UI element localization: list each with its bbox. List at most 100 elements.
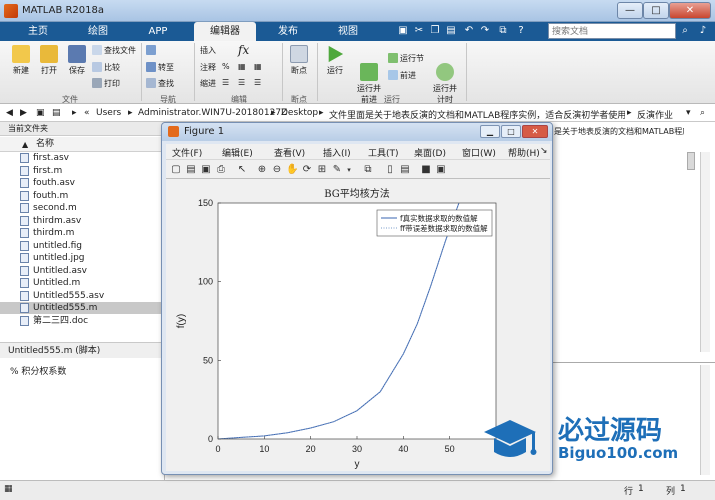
search-documentation-input[interactable] [548, 23, 676, 39]
file-row[interactable]: first.m [0, 165, 164, 177]
file-row[interactable]: fouth.m [0, 190, 164, 202]
close-button[interactable]: ✕ [669, 2, 711, 19]
figure-maximize-button[interactable]: □ [501, 125, 521, 138]
path-dropdown-icon[interactable]: ▾ [686, 108, 691, 118]
brush-icon[interactable]: ✎ [331, 164, 343, 176]
file-row[interactable]: untitled.fig [0, 240, 164, 252]
save-quick-icon[interactable]: ▣ [396, 24, 410, 38]
fx-button[interactable]: fx [238, 43, 249, 57]
print-figure-icon[interactable]: ⎙ [215, 164, 227, 176]
paste-icon[interactable]: ▤ [444, 24, 458, 38]
save-figure-icon[interactable]: ▣ [200, 164, 212, 176]
pan-hand-icon[interactable]: ✋ [286, 164, 298, 176]
nav-back-icon[interactable]: ◀ [6, 108, 13, 118]
file-row[interactable]: Untitled555.asv [0, 290, 164, 302]
figure-minimize-button[interactable]: ▁ [480, 125, 500, 138]
comment-percent-icon[interactable]: % [222, 62, 230, 71]
figure-menu-tools[interactable]: 工具(T) [368, 146, 399, 159]
path-desktop[interactable]: Desktop [281, 108, 318, 118]
figure-menu-edit[interactable]: 编辑(E) [222, 146, 253, 159]
run-section-button[interactable]: 运行节 [388, 53, 424, 64]
insert-button[interactable]: 插入 [200, 45, 216, 56]
figure-menu-file[interactable]: 文件(F) [172, 146, 202, 159]
help-icon[interactable]: ? [514, 24, 528, 38]
path-admin[interactable]: Administrator.WIN7U-20180127Z [138, 108, 287, 118]
compare-button[interactable]: 比较 [92, 62, 120, 73]
tab-publish[interactable]: 发布 [258, 22, 318, 41]
figure-menu-insert[interactable]: 插入(I) [323, 146, 351, 159]
path-search-icon[interactable]: ⌕ [700, 108, 705, 118]
browse-folder-icon[interactable]: ▤ [52, 108, 61, 118]
up-folder-icon[interactable]: ▣ [36, 108, 45, 118]
zoom-out-icon[interactable]: ⊖ [271, 164, 283, 176]
tab-apps[interactable]: APP [128, 22, 188, 41]
tab-plots[interactable]: 绘图 [68, 22, 128, 41]
insert-colorbar-icon[interactable]: ▯ [384, 164, 396, 176]
zoom-in-icon[interactable]: ⊕ [256, 164, 268, 176]
decrease-indent-icon[interactable]: ☰ [254, 78, 261, 87]
tab-home[interactable]: 主页 [8, 22, 68, 41]
comment-toggle-icon[interactable]: ▦ [238, 62, 246, 71]
column-name[interactable]: 名称 [36, 137, 54, 152]
sort-arrow-icon[interactable]: ▲ [22, 137, 28, 152]
increase-indent-icon[interactable]: ☰ [238, 78, 245, 87]
goto-button[interactable]: 转至 [146, 62, 174, 73]
copy-icon[interactable]: ❐ [428, 24, 442, 38]
link-plot-icon[interactable]: ⧉ [362, 164, 374, 176]
new-button[interactable]: 新建 [8, 45, 34, 76]
maximize-button[interactable]: □ [643, 2, 669, 19]
figure-title-bar[interactable]: Figure 1 ▁ □ ✕ [162, 123, 552, 141]
switch-windows-icon[interactable]: ⧉ [496, 24, 510, 38]
file-row[interactable]: untitled.jpg [0, 252, 164, 264]
file-row[interactable]: Untitled.asv [0, 265, 164, 277]
data-cursor-icon[interactable]: ⊞ [316, 164, 328, 176]
search-icon[interactable]: ⌕ [678, 24, 692, 38]
redo-icon[interactable]: ↷ [478, 24, 492, 38]
file-row[interactable]: Untitled.m [0, 277, 164, 289]
path-users[interactable]: Users [96, 108, 121, 118]
file-row[interactable]: fouth.asv [0, 177, 164, 189]
path-folder[interactable]: 文件里面是关于地表反演的文档和MATLAB程序实例，适合反演初学者使用学习 [329, 108, 625, 121]
editor-scrollbar[interactable] [687, 152, 695, 170]
figure-menu-dock-icon[interactable]: ↘ [540, 146, 548, 156]
figure-menu-view[interactable]: 查看(V) [274, 146, 305, 159]
vertical-scrollbar[interactable] [700, 152, 710, 352]
tab-editor[interactable]: 编辑器 [194, 22, 256, 41]
edit-plot-arrow-icon[interactable]: ↖ [236, 164, 248, 176]
smart-indent-icon[interactable]: ☰ [222, 78, 229, 87]
cut-icon[interactable]: ✂ [412, 24, 426, 38]
figure-close-button[interactable]: ✕ [522, 125, 548, 138]
file-row[interactable]: Untitled555.m [0, 302, 164, 314]
address-bar[interactable]: ◀ ▶ ▣ ▤ ▸ « Users ▸ Administrator.WIN7U-… [0, 105, 715, 122]
open-button[interactable]: 打开 [36, 45, 62, 76]
open-file-icon[interactable]: ▤ [185, 164, 197, 176]
back-button[interactable] [146, 45, 158, 55]
file-row[interactable]: thirdm.asv [0, 215, 164, 227]
brush-dropdown-icon[interactable]: ▾ [343, 164, 355, 176]
wrap-comments-icon[interactable]: ▦ [254, 62, 262, 71]
breakpoints-button[interactable]: 断点 [286, 45, 312, 76]
minimize-button[interactable]: — [617, 2, 643, 19]
hide-plot-tools-icon[interactable]: ■ [420, 164, 432, 176]
rotate-3d-icon[interactable]: ⟳ [301, 164, 313, 176]
tab-view[interactable]: 视图 [318, 22, 378, 41]
find-button[interactable]: 查找 [146, 78, 174, 89]
comment-button[interactable]: 注释 [200, 62, 216, 73]
path-current[interactable]: 反演作业 [637, 108, 673, 121]
run-button[interactable]: 运行 [322, 45, 348, 76]
new-figure-icon[interactable]: ▢ [170, 164, 182, 176]
figure-menu-desktop[interactable]: 桌面(D) [414, 146, 446, 159]
bell-icon[interactable]: ♪ [696, 24, 710, 38]
figure-menu-help[interactable]: 帮助(H) [508, 146, 540, 159]
print-button[interactable]: 打印 [92, 78, 120, 89]
advance-button[interactable]: 前进 [388, 70, 416, 81]
file-row[interactable]: first.asv [0, 152, 164, 164]
save-button[interactable]: 保存 [64, 45, 90, 76]
find-files-button[interactable]: 查找文件 [92, 45, 136, 56]
indent-button[interactable]: 缩进 [200, 78, 216, 89]
nav-forward-icon[interactable]: ▶ [20, 108, 27, 118]
file-row[interactable]: thirdm.m [0, 227, 164, 239]
file-row[interactable]: second.m [0, 202, 164, 214]
figure-menu-window[interactable]: 窗口(W) [462, 146, 496, 159]
file-row[interactable]: 第二三四.doc [0, 315, 164, 327]
